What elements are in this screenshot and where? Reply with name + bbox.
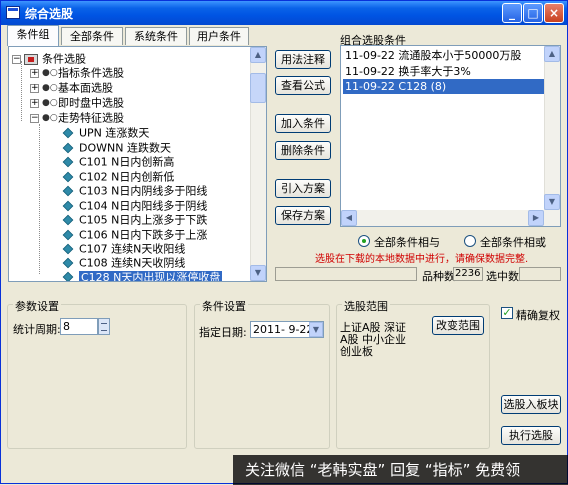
or-radio[interactable] [464, 235, 476, 247]
tab-user-conditions[interactable]: 用户条件 [189, 27, 249, 45]
selected-count-label: 选中数 [486, 270, 519, 283]
tree-item[interactable]: C102 N日内创新低 [62, 169, 174, 184]
list-item-selected[interactable]: 11-09-22 C128 (8) [343, 79, 544, 94]
diamond-icon [62, 171, 74, 183]
key-icon: ●○ [42, 97, 58, 108]
diamond-icon [62, 185, 74, 197]
expand-icon[interactable]: + [30, 83, 39, 93]
tree-guide-line [39, 124, 40, 274]
diamond-icon [62, 271, 74, 281]
change-range-button[interactable]: 改变范围 [432, 316, 484, 335]
tree-item[interactable]: DOWNN 连跌数天 [62, 140, 171, 155]
combo-conditions-list[interactable]: 11-09-22 流通股本小于50000万股 11-09-22 换手率大于3% … [340, 45, 561, 227]
tree-item[interactable]: C106 N日内下跌多于上涨 [62, 227, 207, 242]
chevron-down-icon[interactable]: ▼ [309, 322, 323, 337]
count-label: 品种数 [422, 270, 455, 283]
list-item[interactable]: 11-09-22 流通股本小于50000万股 [343, 48, 521, 63]
diamond-icon [62, 229, 74, 241]
import-scheme-button[interactable]: 引入方案 [275, 179, 331, 198]
scroll-right-icon[interactable]: ▶ [528, 210, 544, 226]
key-icon: ●○ [42, 82, 58, 93]
save-scheme-button[interactable]: 保存方案 [275, 206, 331, 225]
list-vertical-scrollbar[interactable]: ▲ ▼ [544, 46, 560, 210]
condition-tree[interactable]: − 条件选股 + ●○指标条件选股 + ●○基本面选股 + ●○即时盘中选股 − ●○走势… [8, 46, 267, 282]
window-title: 综合选股 [25, 7, 74, 21]
tab-all-conditions[interactable]: 全部条件 [61, 27, 123, 45]
window: 综合选股 _ □ × 条件组 全部条件 系统条件 用户条件 − 条件选股 + ●○指… [0, 0, 568, 485]
diamond-icon [62, 257, 74, 269]
close-icon[interactable]: × [544, 3, 564, 23]
key-icon: ●○ [42, 112, 58, 123]
selected-count-value [519, 267, 561, 281]
expand-icon[interactable]: + [30, 98, 39, 108]
count-value: 2236 [453, 267, 483, 281]
scroll-down-icon[interactable]: ▼ [544, 194, 560, 210]
diamond-icon [62, 214, 74, 226]
tree-group[interactable]: − ●○走势特征选股 [30, 110, 124, 125]
list-horizontal-scrollbar[interactable]: ◀ ▶ [341, 210, 560, 226]
maximize-icon[interactable]: □ [523, 3, 543, 23]
tree-group[interactable]: + ●○基本面选股 [30, 80, 113, 95]
watermark-banner: 关注微信 “老韩实盘” 回复 “指标” 免费领 [233, 455, 568, 485]
scroll-left-icon[interactable]: ◀ [341, 210, 357, 226]
tree-scrollbar[interactable]: ▲ ▼ [250, 47, 266, 281]
tree-item[interactable]: C108 连续N天收阴线 [62, 255, 185, 270]
and-radio[interactable] [358, 235, 370, 247]
delete-condition-button[interactable]: 删除条件 [275, 141, 331, 160]
scroll-up-icon[interactable]: ▲ [544, 46, 560, 62]
period-label: 统计周期: [13, 323, 61, 336]
scroll-thumb[interactable] [250, 73, 266, 103]
stock-chart-icon [24, 53, 38, 65]
date-label: 指定日期: [199, 326, 247, 339]
diamond-icon [62, 156, 74, 168]
progress-bar [275, 267, 417, 281]
diamond-icon [62, 142, 74, 154]
expand-icon[interactable]: + [30, 68, 39, 78]
scroll-up-icon[interactable]: ▲ [250, 47, 266, 63]
data-warning: 选股在下载的本地数据中进行，请确保数据完整. [315, 254, 529, 265]
period-input[interactable]: 8 [60, 318, 98, 335]
tree-item[interactable]: C107 连续N天收阳线 [62, 241, 185, 256]
tree-item-selected[interactable]: C128 N天内出现以涨停收盘 [62, 269, 223, 281]
scroll-down-icon[interactable]: ▼ [250, 265, 266, 281]
tab-condition-group[interactable]: 条件组 [7, 25, 59, 46]
tree-group[interactable]: + ●○即时盘中选股 [30, 95, 124, 110]
collapse-icon[interactable]: − [12, 54, 21, 64]
collapse-icon[interactable]: − [30, 113, 39, 123]
tree-item[interactable]: C104 N日内阳线多于阴线 [62, 198, 207, 213]
key-icon: ●○ [42, 67, 58, 78]
add-condition-button[interactable]: 加入条件 [275, 114, 331, 133]
minimize-icon[interactable]: _ [502, 3, 522, 23]
or-radio-label: 全部条件相或 [480, 236, 546, 249]
and-radio-label: 全部条件相与 [374, 236, 440, 249]
condition-group-title: 条件设置 [200, 298, 248, 314]
run-selection-button[interactable]: 执行选股 [501, 426, 561, 445]
tree-group[interactable]: + ●○指标条件选股 [30, 65, 124, 80]
exact-adjust-checkbox[interactable]: ✓ [501, 307, 513, 319]
usage-notes-button[interactable]: 用法注释 [275, 50, 331, 69]
tree-item[interactable]: C103 N日内阴线多于阳线 [62, 183, 207, 198]
tab-system-conditions[interactable]: 系统条件 [125, 27, 187, 45]
period-spinner-icon[interactable] [98, 318, 110, 335]
tree-root[interactable]: − 条件选股 [12, 51, 86, 66]
range-group-title: 选股范围 [342, 298, 390, 314]
tree-item[interactable]: UPN 连涨数天 [62, 125, 149, 140]
app-window-icon [6, 6, 20, 19]
add-to-block-button[interactable]: 选股入板块 [501, 395, 561, 414]
tree-guide-line [21, 61, 22, 121]
diamond-icon [62, 243, 74, 255]
list-item[interactable]: 11-09-22 换手率大于3% [343, 64, 471, 79]
tree-item[interactable]: C105 N日内上涨多于下跌 [62, 212, 207, 227]
diamond-icon [62, 127, 74, 139]
diamond-icon [62, 200, 74, 212]
tree-item[interactable]: C101 N日内创新高 [62, 154, 174, 169]
params-group-title: 参数设置 [13, 298, 61, 314]
range-line: 创业板 [340, 345, 373, 358]
title-bar[interactable]: 综合选股 _ □ × [1, 1, 567, 25]
view-formula-button[interactable]: 查看公式 [275, 76, 331, 95]
exact-adjust-label: 精确复权 [516, 309, 560, 322]
